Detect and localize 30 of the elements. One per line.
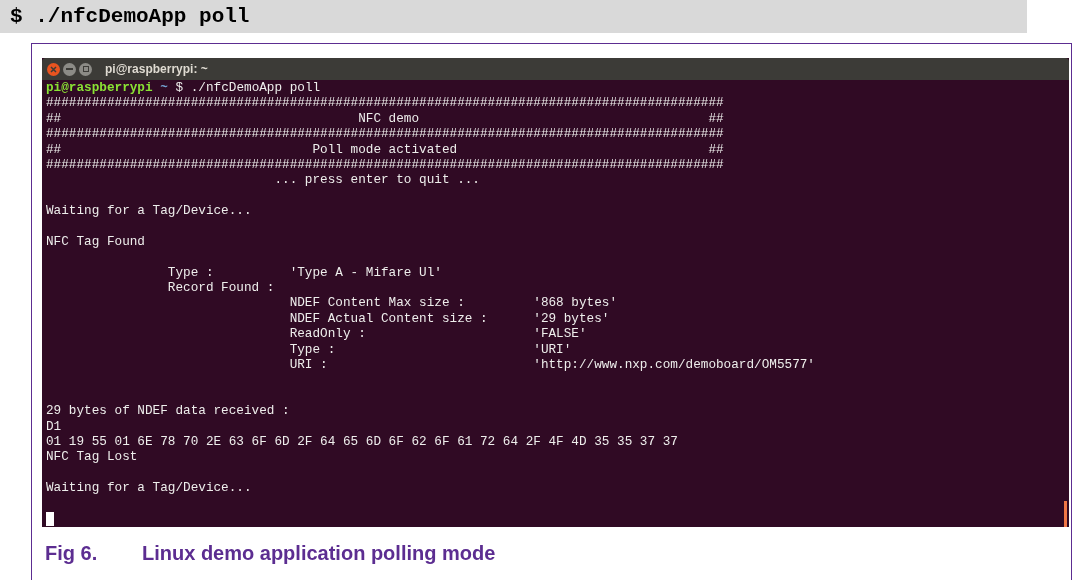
minimize-icon[interactable] [63,62,76,76]
terminal-line: ... press enter to quit ... [273,172,480,188]
terminal-line: ## NFC demo ## [46,110,724,127]
terminal-line: Type : 'Type A - Mifare Ul' [166,264,442,281]
maximize-icon[interactable] [79,62,92,76]
terminal-line: NFC Tag Found [46,233,145,250]
text-cursor [46,511,54,526]
terminal-line: Waiting for a Tag/Device... [46,203,252,219]
terminal-line: NFC Tag Lost [46,449,138,465]
terminal-line: Record Found : [166,280,275,296]
scrollbar-thumb[interactable] [1064,501,1067,527]
terminal-line: ######################################################################################### [46,156,724,173]
terminal-line: D1 [46,418,62,434]
close-icon[interactable] [47,62,60,76]
terminal-line: NDEF Content Max size : '868 bytes' [288,295,618,311]
terminal-line: 29 bytes of NDEF data received : [46,403,290,419]
terminal-line: ######################################################################################### [46,95,724,111]
terminal-line: Type : 'URI' [288,341,572,358]
command-text: $ ./nfcDemoApp poll [10,3,250,30]
terminal-line: 01 19 55 01 6E 78 70 2E 63 6F 6D 2F 64 65 6D 6F 62 6F 61 72 64 2F 4F 4D 35 35 37 37 [46,434,678,450]
terminal-line: Waiting for a Tag/Device... [46,480,252,496]
caption-text: Linux demo application polling mode [142,541,496,566]
caption-number: Fig 6. [45,541,99,566]
window-title: pi@raspberrypi: ~ [105,61,208,78]
terminal-line: ######################################################################################### [46,126,724,142]
prompt-line: pi@raspberrypi ~ $ ./nfcDemoApp poll [46,80,321,96]
terminal-line: ReadOnly : 'FALSE' [288,326,587,342]
terminal-line: URI : 'http://www.nxp.com/demoboard/OM5577' [288,357,815,373]
terminal-line: NDEF Actual Content size : '29 bytes' [288,310,610,327]
terminal-line: ## Poll mode activated ## [46,141,724,157]
